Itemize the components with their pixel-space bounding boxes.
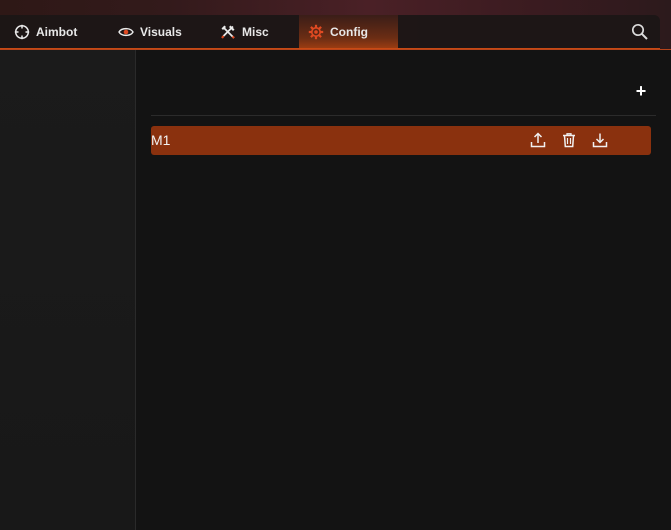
config-panel: + M1 (136, 50, 671, 530)
tab-visuals-label: Visuals (140, 24, 182, 39)
config-list-item[interactable]: M1 (151, 126, 651, 155)
tab-misc-label: Misc (242, 24, 269, 39)
search-icon (631, 23, 649, 45)
download-icon[interactable] (592, 132, 608, 148)
tab-misc[interactable]: Misc (220, 15, 269, 48)
top-navbar: Aimbot Visuals Misc Config (0, 15, 660, 49)
crosshair-icon (14, 24, 30, 40)
trash-icon[interactable] (561, 132, 577, 148)
tools-icon (220, 24, 236, 40)
eye-icon (118, 26, 134, 38)
config-name: M1 (151, 132, 171, 148)
gear-icon (308, 24, 324, 40)
tab-config-label: Config (330, 24, 368, 39)
app-window: Aimbot Visuals Misc Config + M1 (0, 0, 671, 530)
divider (151, 115, 656, 116)
tab-aimbot[interactable]: Aimbot (14, 15, 77, 48)
sidebar (0, 50, 136, 530)
tab-aimbot-label: Aimbot (36, 24, 78, 39)
add-config-button[interactable]: + (634, 82, 648, 100)
tab-visuals[interactable]: Visuals (118, 15, 182, 48)
upload-icon[interactable] (530, 132, 546, 148)
tab-config[interactable]: Config (299, 15, 398, 48)
search-button[interactable] (631, 23, 649, 41)
